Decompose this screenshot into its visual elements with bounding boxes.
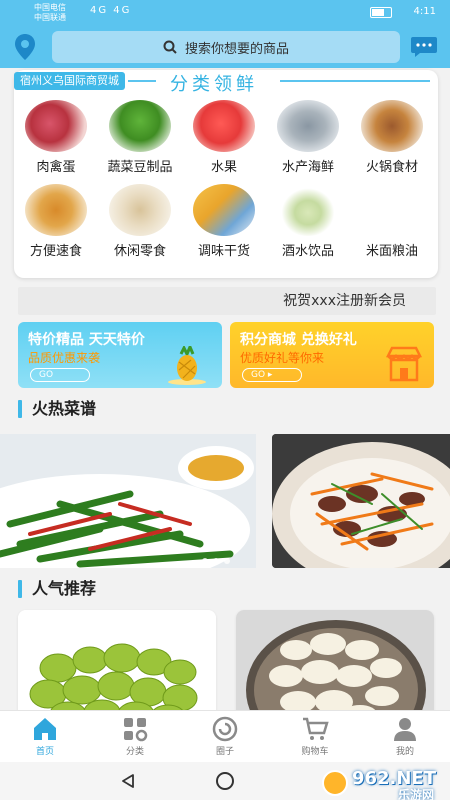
clock: 4:11 xyxy=(413,6,436,17)
title-divider-left xyxy=(128,80,156,82)
back-icon[interactable] xyxy=(120,773,136,789)
category-item-snack[interactable]: 休闲零食 xyxy=(98,184,182,259)
fruit-image xyxy=(193,100,255,152)
category-label: 米面粮油 xyxy=(365,244,418,259)
meat-image xyxy=(25,100,87,152)
category-label: 蔬菜豆制品 xyxy=(107,160,173,175)
category-label: 调味干货 xyxy=(197,244,250,259)
popular-item-tofu-skin[interactable] xyxy=(236,610,434,720)
cart-icon xyxy=(303,717,329,740)
location-icon[interactable] xyxy=(14,33,36,61)
seafood-image xyxy=(277,100,339,152)
promo-subtitle: 优质好礼等你来 xyxy=(240,351,325,365)
category-label: 肉禽蛋 xyxy=(36,160,76,175)
promo-title: 积分商城 兑换好礼 xyxy=(240,332,357,348)
category-item-fruit[interactable]: 水果 xyxy=(182,100,266,175)
category-label: 水产海鲜 xyxy=(281,160,334,175)
store-icon xyxy=(385,346,423,382)
category-label: 水果 xyxy=(210,160,237,175)
signal-indicator: 4G 4G xyxy=(90,5,132,16)
promo-special-offer[interactable]: 特价精品 天天特价 品质优惠来袭 GO xyxy=(18,322,222,388)
category-icon xyxy=(124,718,148,742)
carrier-2: 中国联通 xyxy=(34,13,66,22)
recipe-image-green-beans xyxy=(0,434,256,568)
category-item-drink[interactable]: 酒水饮品 xyxy=(266,184,350,259)
recipe-card-beef-carrot[interactable] xyxy=(272,434,450,568)
promo-title: 特价精品 天天特价 xyxy=(28,332,145,348)
category-item-instant-food[interactable]: 方便速食 xyxy=(14,184,98,259)
home-button[interactable] xyxy=(216,772,234,790)
category-label: 酒水饮品 xyxy=(281,244,334,259)
notice-bar[interactable]: 祝贺xxx注册新会员 xyxy=(18,287,436,315)
home-icon xyxy=(34,718,56,740)
tab-home[interactable]: 首页 xyxy=(15,715,75,757)
recipe-card-green-beans[interactable] xyxy=(0,434,256,568)
tab-circle[interactable]: 圈子 xyxy=(195,715,255,757)
instant-food-image xyxy=(25,184,87,236)
snack-image xyxy=(109,184,171,236)
category-item-seasoning[interactable]: 调味干货 xyxy=(182,184,266,259)
tab-label: 购物车 xyxy=(301,747,329,757)
category-label: 方便速食 xyxy=(29,244,82,259)
system-navigation-bar: 962.NET 乐游网 xyxy=(0,762,450,800)
watermark-badge-icon xyxy=(322,770,348,796)
search-input[interactable]: 搜索你想要的商品 xyxy=(52,31,400,63)
tab-label: 分类 xyxy=(125,747,144,757)
promo-go-button[interactable]: GO xyxy=(30,368,90,382)
grain-image xyxy=(361,184,423,236)
category-item-vegetable[interactable]: 蔬菜豆制品 xyxy=(98,100,182,175)
market-name-badge[interactable]: 宿州义乌国际商贸城 xyxy=(14,72,125,90)
category-header: 分类领鲜 xyxy=(128,70,440,95)
title-divider-right xyxy=(280,80,430,82)
search-placeholder: 搜索你想要的商品 xyxy=(184,41,289,57)
category-title: 分类领鲜 xyxy=(170,74,258,95)
drink-image xyxy=(277,184,339,236)
product-image-tofu-skin xyxy=(236,610,434,720)
search-icon xyxy=(163,40,177,54)
bottom-tab-bar: 首页 分类 圈子 购物车 我的 xyxy=(0,710,450,762)
carrier-info: 中国电信 中国联通 xyxy=(34,3,66,23)
message-icon[interactable] xyxy=(410,35,438,59)
product-image-green-dates xyxy=(18,610,216,720)
section-title-popular: 人气推荐 xyxy=(18,578,96,600)
app-header: 搜索你想要的商品 xyxy=(0,26,450,68)
tab-label: 首页 xyxy=(35,747,54,757)
promo-points-mall[interactable]: 积分商城 兑换好礼 优质好礼等你来 GO ▸ xyxy=(230,322,434,388)
circle-icon xyxy=(212,716,238,742)
pineapple-icon xyxy=(168,346,206,385)
category-label: 火锅食材 xyxy=(365,160,418,175)
promo-subtitle: 品质优惠来袭 xyxy=(28,351,101,365)
tab-label: 圈子 xyxy=(215,747,234,757)
category-item-seafood[interactable]: 水产海鲜 xyxy=(266,100,350,175)
tab-category[interactable]: 分类 xyxy=(105,715,165,757)
popular-item-green-dates[interactable] xyxy=(18,610,216,720)
user-icon xyxy=(394,718,416,741)
category-label: 休闲零食 xyxy=(113,244,166,259)
seasoning-image xyxy=(193,184,255,236)
watermark-subtext: 乐游网 xyxy=(397,788,434,800)
watermark-logo: 962.NET 乐游网 xyxy=(316,764,446,800)
category-item-hotpot[interactable]: 火锅食材 xyxy=(350,100,434,175)
tab-cart[interactable]: 购物车 xyxy=(285,715,345,757)
category-item-grain[interactable]: 米面粮油 xyxy=(350,184,434,259)
tab-label: 我的 xyxy=(395,747,414,757)
hotpot-image xyxy=(361,100,423,152)
category-item-meat[interactable]: 肉禽蛋 xyxy=(14,100,98,175)
vegetable-image xyxy=(109,100,171,152)
promo-go-button[interactable]: GO ▸ xyxy=(242,368,302,382)
status-bar: 中国电信 中国联通 4G 4G 4:11 xyxy=(0,0,450,26)
battery-icon xyxy=(370,7,392,18)
tab-profile[interactable]: 我的 xyxy=(375,715,435,757)
section-title-recipes: 火热菜谱 xyxy=(18,398,96,420)
carrier-1: 中国电信 xyxy=(34,3,66,12)
recipe-image-beef-carrot xyxy=(272,434,450,568)
